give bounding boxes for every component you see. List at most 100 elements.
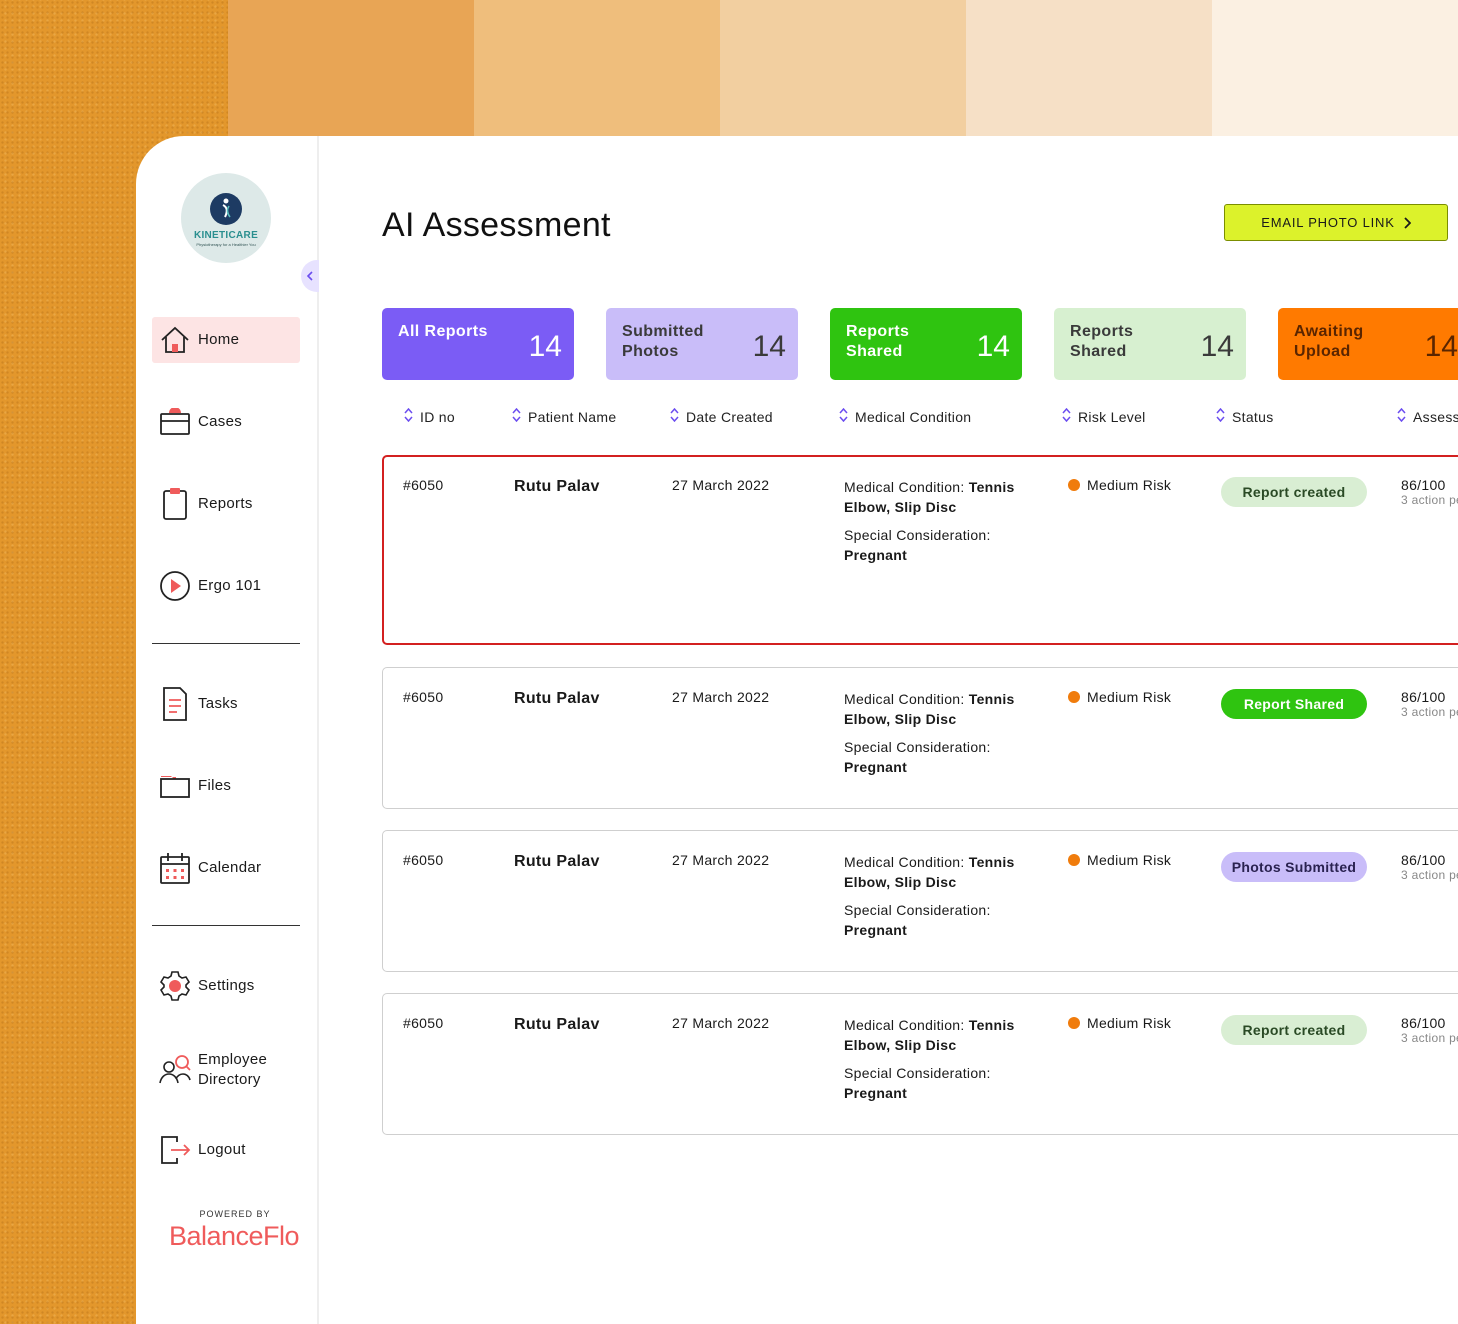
risk-label: Medium Risk bbox=[1087, 689, 1172, 705]
sidebar-item-cases[interactable]: Cases bbox=[152, 399, 300, 445]
sidebar-item-label: Tasks bbox=[198, 695, 238, 712]
column-label: Patient Name bbox=[528, 408, 617, 425]
risk-dot-icon bbox=[1068, 854, 1080, 866]
sidebar-item-calendar[interactable]: Calendar bbox=[152, 845, 300, 891]
row-date: 27 March 2022 bbox=[672, 477, 770, 493]
column-header-date-created[interactable]: Date Created bbox=[670, 407, 773, 425]
stat-card-awaiting-upload[interactable]: Awaiting Upload 14 bbox=[1278, 308, 1458, 380]
sidebar-item-settings[interactable]: Settings bbox=[152, 963, 300, 1009]
status-badge[interactable]: Report created bbox=[1221, 1015, 1367, 1045]
chevron-left-icon bbox=[306, 271, 313, 281]
sidebar-divider bbox=[152, 925, 300, 926]
sort-icon bbox=[1216, 407, 1225, 425]
column-label: Date Created bbox=[686, 408, 773, 425]
sidebar-item-logout[interactable]: Logout bbox=[152, 1127, 300, 1173]
risk-dot-icon bbox=[1068, 1017, 1080, 1029]
stat-card-submitted-photos[interactable]: Submitted Photos 14 bbox=[606, 308, 798, 380]
sidebar-item-label: Settings bbox=[198, 977, 255, 994]
sidebar-item-label: Reports bbox=[198, 495, 253, 512]
chevron-right-icon bbox=[1404, 216, 1411, 229]
row-assessment: 86/100 3 action pending bbox=[1401, 477, 1458, 507]
sidebar-item-label: Cases bbox=[198, 413, 243, 430]
document-icon bbox=[152, 686, 198, 722]
logout-icon bbox=[152, 1134, 198, 1166]
column-header-status[interactable]: Status bbox=[1216, 407, 1274, 425]
home-icon bbox=[152, 326, 198, 354]
row-patient-name[interactable]: Rutu Palav bbox=[514, 853, 600, 871]
sidebar-item-home[interactable]: Home bbox=[152, 317, 300, 363]
page-title: AI Assessment bbox=[382, 206, 611, 244]
status-badge[interactable]: Report Shared bbox=[1221, 689, 1367, 719]
sidebar-divider bbox=[152, 643, 300, 644]
stat-card-reports-shared[interactable]: Reports Shared 14 bbox=[830, 308, 1022, 380]
consideration-label: Special Consideration: bbox=[844, 1065, 991, 1081]
stat-count: 14 bbox=[1424, 330, 1458, 363]
column-header-patient-name[interactable]: Patient Name bbox=[512, 407, 617, 425]
stat-label: All Reports bbox=[398, 323, 488, 340]
table-row[interactable]: #6050 Rutu Palav 27 March 2022 Medical C… bbox=[382, 455, 1458, 645]
table-row[interactable]: #6050 Rutu Palav 27 March 2022 Medical C… bbox=[382, 830, 1458, 972]
column-label: Status bbox=[1232, 408, 1274, 425]
sidebar-item-label: Home bbox=[198, 331, 240, 348]
table-row[interactable]: #6050 Rutu Palav 27 March 2022 Medical C… bbox=[382, 667, 1458, 809]
condition-label: Medical Condition: bbox=[844, 1017, 969, 1033]
column-header-risk-level[interactable]: Risk Level bbox=[1062, 407, 1146, 425]
sidebar-item-tasks[interactable]: Tasks bbox=[152, 681, 300, 727]
sidebar-item-files[interactable]: Files bbox=[152, 763, 300, 809]
consideration-value: Pregnant bbox=[844, 757, 1044, 777]
color-swatches bbox=[228, 0, 1458, 136]
row-patient-name[interactable]: Rutu Palav bbox=[514, 478, 600, 496]
row-date: 27 March 2022 bbox=[672, 852, 770, 868]
sidebar-item-ergo-101[interactable]: Ergo 101 bbox=[152, 563, 300, 609]
cases-icon bbox=[152, 408, 198, 436]
kineticare-logo[interactable]: KINETICARE Physiotherapy for a Healthier… bbox=[181, 173, 271, 263]
column-header-id[interactable]: ID no bbox=[404, 407, 455, 425]
consideration-value: Pregnant bbox=[844, 920, 1044, 940]
consideration-label: Special Consideration: bbox=[844, 739, 991, 755]
folder-icon bbox=[152, 772, 198, 800]
risk-label: Medium Risk bbox=[1087, 477, 1172, 493]
table-row[interactable]: #6050 Rutu Palav 27 March 2022 Medical C… bbox=[382, 993, 1458, 1135]
stat-card-all-reports[interactable]: All Reports 14 bbox=[382, 308, 574, 380]
column-header-medical-condition[interactable]: Medical Condition bbox=[839, 407, 971, 425]
row-risk-level: Medium Risk bbox=[1068, 852, 1171, 868]
email-photo-link-label: EMAIL PHOTO LINK bbox=[1261, 215, 1395, 230]
consideration-text: Pregnant bbox=[844, 922, 908, 938]
stat-card-reports-shared-light[interactable]: Reports Shared 14 bbox=[1054, 308, 1246, 380]
row-assessment: 86/100 3 action pending bbox=[1401, 1015, 1458, 1045]
spine-logo-icon bbox=[210, 193, 242, 225]
consideration-value: Pregnant bbox=[844, 1083, 1044, 1103]
row-assessment: 86/100 3 action pending bbox=[1401, 689, 1458, 719]
risk-dot-icon bbox=[1068, 691, 1080, 703]
email-photo-link-button[interactable]: EMAIL PHOTO LINK bbox=[1224, 204, 1448, 241]
people-search-icon bbox=[152, 1053, 198, 1087]
row-medical-condition: Medical Condition: Tennis Elbow, Slip Di… bbox=[844, 852, 1044, 940]
column-header-assessment[interactable]: Assess bbox=[1397, 407, 1458, 425]
sidebar-item-reports[interactable]: Reports bbox=[152, 481, 300, 527]
sidebar-item-employee-directory[interactable]: Employee Directory bbox=[152, 1045, 300, 1095]
logo-text: KINETICARE bbox=[193, 230, 259, 241]
risk-label: Medium Risk bbox=[1087, 1015, 1172, 1031]
swatch bbox=[1212, 0, 1458, 136]
sort-icon bbox=[1397, 407, 1406, 425]
status-badge[interactable]: Report created bbox=[1221, 477, 1367, 507]
label-line-1: Employee bbox=[198, 1051, 268, 1068]
row-patient-name[interactable]: Rutu Palav bbox=[514, 690, 600, 708]
risk-dot-icon bbox=[1068, 479, 1080, 491]
stat-label: Reports Shared bbox=[1070, 323, 1134, 360]
stat-label: Awaiting Upload bbox=[1294, 323, 1364, 360]
status-badge[interactable]: Photos Submitted bbox=[1221, 852, 1367, 882]
row-date: 27 March 2022 bbox=[672, 1015, 770, 1031]
row-patient-name[interactable]: Rutu Palav bbox=[514, 1016, 600, 1034]
assessment-score: 86/100 bbox=[1401, 689, 1446, 705]
clipboard-icon bbox=[152, 487, 198, 521]
sidebar: KINETICARE Physiotherapy for a Healthier… bbox=[136, 136, 319, 1324]
collapse-sidebar-button[interactable] bbox=[301, 260, 319, 292]
action-pending: 3 action pending bbox=[1401, 1031, 1458, 1045]
balanceflo-logo: BalanceFlo bbox=[168, 1221, 300, 1251]
consideration-text: Pregnant bbox=[844, 759, 908, 775]
swatch bbox=[228, 0, 474, 136]
sidebar-item-label: Files bbox=[198, 777, 232, 794]
condition-line: Medical Condition: Tennis Elbow, Slip Di… bbox=[844, 689, 1044, 729]
condition-line: Medical Condition: Tennis Elbow, Slip Di… bbox=[844, 852, 1044, 892]
